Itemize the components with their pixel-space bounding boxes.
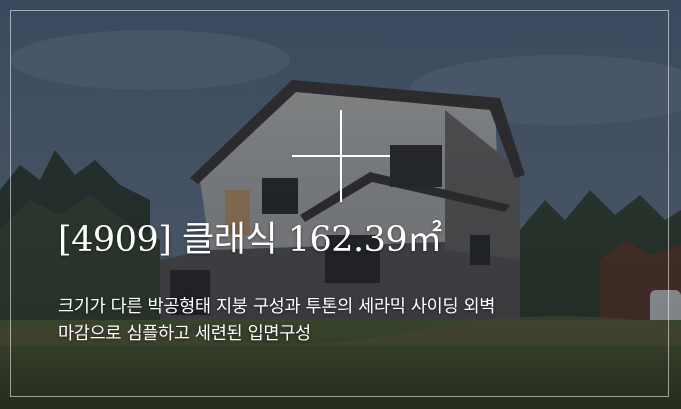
house-plan-card[interactable]: [4909] 클래식 162.39㎡ 크기가 다른 박공형태 지붕 구성과 투톤…	[0, 0, 681, 409]
plan-title: [4909] 클래식 162.39㎡	[58, 220, 442, 260]
description-line-1: 크기가 다른 박공형태 지붕 구성과 투톤의 세라믹 사이딩 외벽	[58, 297, 496, 317]
plus-icon-horizontal	[292, 155, 390, 157]
plan-description: 크기가 다른 박공형태 지붕 구성과 투톤의 세라믹 사이딩 외벽 마감으로 심…	[58, 294, 648, 348]
description-line-2: 마감으로 심플하고 세련된 입면구성	[58, 324, 311, 344]
